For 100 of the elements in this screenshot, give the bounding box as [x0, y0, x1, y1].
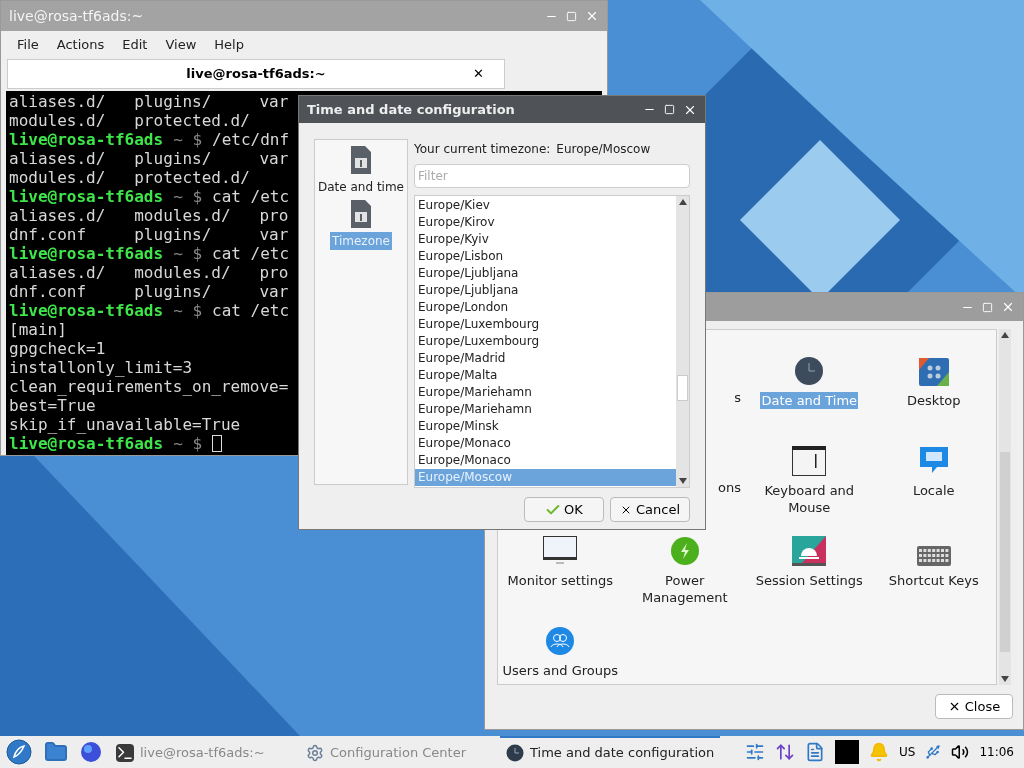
- scroll-up-icon[interactable]: [678, 199, 687, 205]
- gear-icon: [306, 744, 324, 762]
- prompt-symbol: ~ $: [173, 130, 203, 149]
- taskbar-task[interactable]: Time and date configuration: [500, 736, 721, 768]
- folder-icon[interactable]: [44, 740, 68, 764]
- sliders-icon[interactable]: [745, 742, 765, 762]
- menu-item[interactable]: Actions: [56, 35, 105, 55]
- prompt-user: live@rosa-tf6ads: [9, 301, 164, 320]
- menu-item[interactable]: View: [165, 35, 197, 55]
- close-button[interactable]: Close: [935, 694, 1013, 719]
- list-row[interactable]: Europe/Monaco: [415, 435, 676, 452]
- terminal-command: cat /etc: [212, 244, 290, 263]
- scroll-down-icon[interactable]: [1001, 676, 1009, 682]
- list-row[interactable]: Europe/Kirov: [415, 214, 676, 231]
- menu-item[interactable]: File: [17, 35, 39, 55]
- cursor-icon: [212, 435, 223, 452]
- usb-icon[interactable]: [925, 744, 942, 760]
- ok-button[interactable]: OK: [524, 497, 604, 522]
- prompt-symbol: ~ $: [173, 187, 203, 206]
- terminal-output-line: installonly_limit=3: [9, 358, 193, 377]
- users-icon: [545, 626, 576, 656]
- item-label[interactable]: ons: [718, 478, 741, 498]
- list-row[interactable]: Europe/Lisbon: [415, 248, 676, 265]
- scrollbar[interactable]: [999, 329, 1011, 685]
- prompt-user: live@rosa-tf6ads: [9, 434, 164, 453]
- settings-item[interactable]: Desktop: [905, 392, 962, 409]
- terminal-output-line: aliases.d/ modules.d/ pro: [9, 263, 289, 282]
- terminal-output-line: best=True: [9, 396, 96, 415]
- settings-item[interactable]: Keyboard and Mouse: [747, 482, 872, 516]
- clock-icon: [506, 744, 524, 762]
- terminal-command: cat /etc: [212, 301, 290, 320]
- prompt-user: live@rosa-tf6ads: [9, 130, 164, 149]
- filter-field[interactable]: Filter: [414, 164, 690, 188]
- terminal-output-line: gpgcheck=1: [9, 339, 106, 358]
- list-row[interactable]: Europe/Luxembourg: [415, 316, 676, 333]
- menu-item[interactable]: Edit: [122, 35, 148, 55]
- terminal-output-line: aliases.d/ plugins/ var: [9, 92, 289, 111]
- terminal-command: /etc/dnf: [212, 130, 290, 149]
- scrollbar-thumb[interactable]: [677, 375, 688, 401]
- scrollbar[interactable]: [676, 196, 689, 487]
- desktop-icon: [918, 358, 949, 386]
- maximize-icon[interactable]: [664, 104, 675, 115]
- terminal-output-line: skip_if_unavailable=True: [9, 415, 241, 434]
- notes-icon[interactable]: [805, 742, 825, 762]
- prompt-symbol: ~ $: [173, 301, 203, 320]
- terminal-output-line: dnf.conf plugins/ var: [9, 225, 289, 244]
- volume-icon[interactable]: [951, 743, 970, 761]
- prompt-symbol: ~ $: [173, 434, 203, 453]
- settings-item[interactable]: Monitor settings: [506, 572, 614, 589]
- settings-item[interactable]: Power Management: [622, 572, 747, 606]
- tab-close-icon[interactable]: ✕: [473, 64, 484, 84]
- terminal-output-line: aliases.d/ plugins/ var: [9, 149, 289, 168]
- list-row[interactable]: Europe/Madrid: [415, 350, 676, 367]
- list-row[interactable]: Europe/Kyiv: [415, 231, 676, 248]
- globe-icon[interactable]: [80, 741, 102, 763]
- cancel-button[interactable]: Cancel: [610, 497, 690, 522]
- window-title: Time and date configuration: [307, 100, 515, 119]
- terminal-output-line: modules.d/ protected.d/: [9, 111, 250, 130]
- list-row[interactable]: Europe/Kiev: [415, 197, 676, 214]
- list-row[interactable]: Europe/Luxembourg: [415, 333, 676, 350]
- keyboard-layout[interactable]: US: [899, 743, 916, 761]
- list-row[interactable]: Europe/Malta: [415, 367, 676, 384]
- list-row[interactable]: Europe/Mariehamn: [415, 401, 676, 418]
- list-row[interactable]: Europe/Minsk: [415, 418, 676, 435]
- scroll-down-icon[interactable]: [678, 478, 687, 484]
- list-row[interactable]: Europe/London: [415, 299, 676, 316]
- list-row[interactable]: Europe/Monaco: [415, 452, 676, 469]
- settings-item[interactable]: Locale: [911, 482, 956, 499]
- menu-item[interactable]: Help: [214, 35, 244, 55]
- list-row[interactable]: Europe/Ljubljana: [415, 265, 676, 282]
- settings-item[interactable]: Shortcut Keys: [887, 572, 980, 589]
- scrollbar-thumb[interactable]: [1000, 452, 1010, 652]
- list-row[interactable]: Europe/Ljubljana: [415, 282, 676, 299]
- network-icon[interactable]: [775, 742, 795, 762]
- clock-time[interactable]: 11:06: [979, 743, 1018, 761]
- window-title: live@rosa-tf6ads:~: [9, 6, 144, 26]
- terminal-output-line: clean_requirements_on_remove=: [9, 377, 289, 396]
- settings-item[interactable]: Users and Groups: [501, 662, 619, 679]
- terminal-output-line: [main]: [9, 320, 67, 339]
- prompt-symbol: ~ $: [173, 244, 203, 263]
- service-bell-icon: [792, 536, 827, 566]
- item-label[interactable]: s: [734, 388, 741, 408]
- window-icon: [792, 446, 827, 476]
- sidebar-item[interactable]: Date and time: [316, 178, 406, 196]
- terminal-tab[interactable]: live@rosa-tf6ads:~ ✕: [7, 59, 505, 89]
- list-row[interactable]: Europe/Mariehamn: [415, 384, 676, 401]
- scroll-up-icon[interactable]: [1001, 332, 1009, 338]
- keyboard-icon: [916, 546, 951, 566]
- lightning-icon: [669, 536, 700, 566]
- prompt-user: live@rosa-tf6ads: [9, 244, 164, 263]
- prompt-user: live@rosa-tf6ads: [9, 187, 164, 206]
- start-menu-icon[interactable]: [6, 739, 32, 765]
- settings-item[interactable]: Session Settings: [754, 572, 864, 589]
- sd-card-icon: [349, 146, 373, 174]
- terminal-output-line: modules.d/ protected.d/: [9, 168, 250, 187]
- terminal-icon: [116, 744, 134, 762]
- monitor-icon: [543, 536, 578, 566]
- timezone-value: Europe/Moscow: [556, 141, 651, 158]
- terminal-command: cat /etc: [212, 187, 290, 206]
- sd-card-icon: [349, 200, 373, 228]
